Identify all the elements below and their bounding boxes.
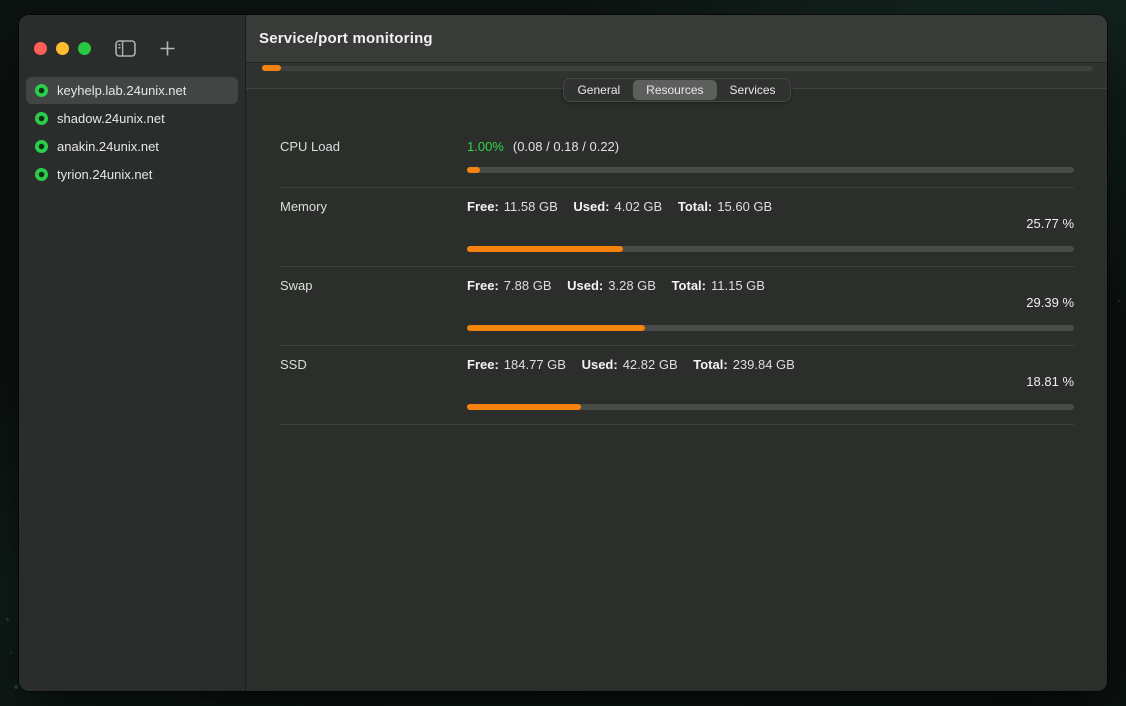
desktop-speck	[1118, 300, 1120, 302]
app-window: keyhelp.lab.24unix.net shadow.24unix.net…	[19, 15, 1107, 691]
sidebar-toggle-icon[interactable]	[113, 37, 137, 59]
server-status-icon	[35, 84, 48, 97]
desktop-speck	[6, 618, 9, 621]
progress-fill	[467, 167, 480, 173]
used-key: Used:	[567, 278, 603, 293]
server-status-icon	[35, 140, 48, 153]
progress-fill	[467, 404, 581, 410]
total-value: 11.15 GB	[711, 278, 765, 293]
free-value: 7.88 GB	[504, 278, 552, 293]
sidebar-item-shadow[interactable]: shadow.24unix.net	[26, 105, 238, 132]
ssd-progress-bar	[467, 404, 1074, 410]
server-name: shadow.24unix.net	[57, 111, 165, 126]
close-button[interactable]	[34, 42, 47, 55]
cpu-value-line: 1.00% (0.08 / 0.18 / 0.22)	[467, 138, 1074, 155]
zoom-button[interactable]	[78, 42, 91, 55]
server-name: anakin.24unix.net	[57, 139, 159, 154]
scrolled-progress-bar	[262, 65, 1093, 72]
row-values: 1.00% (0.08 / 0.18 / 0.22)	[467, 138, 1074, 173]
total-value: 15.60 GB	[717, 199, 772, 214]
progress-track	[262, 66, 1093, 71]
resource-rows: CPU Load 1.00% (0.08 / 0.18 / 0.22)	[280, 90, 1074, 425]
resource-row-ssd: SSD Free: 184.77 GB Used: 42.82 GB Total: 2…	[280, 346, 1074, 425]
sidebar-item-tyrion[interactable]: tyrion.24unix.net	[26, 161, 238, 188]
total-value: 239.84 GB	[733, 357, 795, 372]
page-title: Service/port monitoring	[259, 30, 433, 47]
desktop-speck	[14, 685, 18, 689]
tab-view: General Resources Services CPU Load 1.00…	[246, 88, 1107, 691]
content-area: General Resources Services CPU Load 1.00…	[246, 63, 1107, 691]
used-value: 3.28 GB	[608, 278, 656, 293]
free-value: 184.77 GB	[504, 357, 566, 372]
progress-fill	[262, 65, 281, 71]
cpu-load-averages: (0.08 / 0.18 / 0.22)	[513, 139, 619, 154]
sidebar-item-keyhelp[interactable]: keyhelp.lab.24unix.net	[26, 77, 238, 104]
total-key: Total:	[693, 357, 727, 372]
sidebar-toolbar-icons	[113, 37, 179, 59]
server-status-icon	[35, 168, 48, 181]
progress-track	[467, 167, 1074, 173]
swap-value-line: Free: 7.88 GB Used: 3.28 GB Total: 11.15 GB	[467, 277, 1074, 294]
swap-progress-bar	[467, 325, 1074, 331]
server-list: keyhelp.lab.24unix.net shadow.24unix.net…	[19, 77, 245, 188]
row-label: SSD	[280, 356, 467, 410]
total-key: Total:	[672, 278, 706, 293]
free-key: Free:	[467, 199, 499, 214]
sidebar-toolbar	[19, 15, 245, 62]
row-label: Memory	[280, 198, 467, 252]
total-key: Total:	[678, 199, 712, 214]
resource-row-memory: Memory Free: 11.58 GB Used: 4.02 GB Total:…	[280, 188, 1074, 267]
ssd-value-line: Free: 184.77 GB Used: 42.82 GB Total: 239.8…	[467, 356, 1074, 373]
sidebar: keyhelp.lab.24unix.net shadow.24unix.net…	[19, 15, 246, 691]
used-key: Used:	[573, 199, 609, 214]
free-value: 11.58 GB	[504, 199, 558, 214]
row-values: Free: 11.58 GB Used: 4.02 GB Total: 15.60 G…	[467, 198, 1074, 252]
row-label: Swap	[280, 277, 467, 331]
main-panel: Service/port monitoring General Resource…	[246, 15, 1107, 691]
ssd-percent: 18.81 %	[467, 374, 1074, 390]
cpu-progress-bar	[467, 167, 1074, 173]
minimize-button[interactable]	[56, 42, 69, 55]
resource-row-swap: Swap Free: 7.88 GB Used: 3.28 GB Total: 11.…	[280, 267, 1074, 346]
server-status-icon	[35, 112, 48, 125]
free-key: Free:	[467, 357, 499, 372]
resource-row-cpu: CPU Load 1.00% (0.08 / 0.18 / 0.22)	[280, 130, 1074, 188]
add-server-icon[interactable]	[155, 37, 179, 59]
progress-fill	[467, 246, 623, 252]
used-key: Used:	[582, 357, 618, 372]
memory-value-line: Free: 11.58 GB Used: 4.02 GB Total: 15.60 G…	[467, 198, 1074, 215]
desktop-speck	[10, 652, 12, 654]
swap-percent: 29.39 %	[467, 295, 1074, 311]
server-name: tyrion.24unix.net	[57, 167, 152, 182]
window-titlebar: Service/port monitoring	[246, 15, 1107, 63]
free-key: Free:	[467, 278, 499, 293]
used-value: 4.02 GB	[615, 199, 663, 214]
server-name: keyhelp.lab.24unix.net	[57, 83, 186, 98]
sidebar-item-anakin[interactable]: anakin.24unix.net	[26, 133, 238, 160]
row-values: Free: 184.77 GB Used: 42.82 GB Total: 239.8…	[467, 356, 1074, 410]
traffic-lights	[34, 42, 91, 55]
memory-percent: 25.77 %	[467, 216, 1074, 232]
progress-fill	[467, 325, 645, 331]
row-label: CPU Load	[280, 138, 467, 173]
cpu-percent: 1.00%	[467, 139, 504, 154]
memory-progress-bar	[467, 246, 1074, 252]
used-value: 42.82 GB	[623, 357, 678, 372]
row-values: Free: 7.88 GB Used: 3.28 GB Total: 11.15 GB…	[467, 277, 1074, 331]
